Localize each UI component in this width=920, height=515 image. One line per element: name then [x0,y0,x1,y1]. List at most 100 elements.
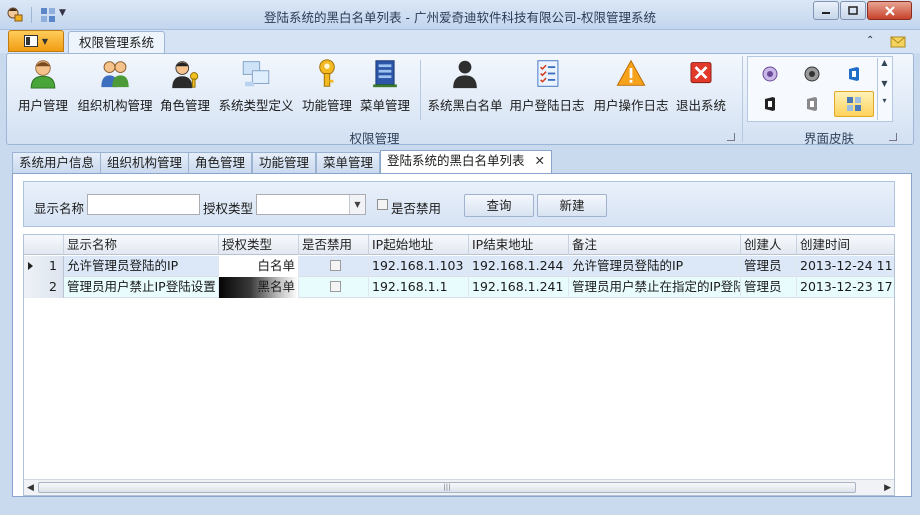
cell-ip-end[interactable]: 192.168.1.244 [469,256,569,277]
dialog-launcher-icon[interactable] [727,133,735,141]
button-label: 系统黑白名单 [427,98,503,113]
chevron-up-icon[interactable]: ▲ [881,58,887,67]
cell-created-time[interactable]: 2013-12-24 11:1 [797,256,894,277]
column-header[interactable]: 授权类型 [219,235,299,255]
display-name-input[interactable] [87,194,200,215]
tab-organization[interactable]: 组织机构管理 [100,152,190,173]
menu-management-button[interactable]: 菜单管理 [357,58,413,114]
cell-disabled[interactable] [299,256,369,277]
close-icon [884,5,895,16]
function-management-button[interactable]: 功能管理 [299,58,355,114]
skin-option[interactable] [792,91,832,117]
disabled-checkbox[interactable] [377,199,388,210]
exit-icon [690,62,712,84]
chevron-down-icon[interactable]: ▼ [349,195,365,214]
column-header[interactable]: 创建时间 [797,235,894,255]
gallery-expand-icon[interactable]: ▾ [882,96,886,105]
button-label: 组织机构管理 [77,98,153,113]
column-header[interactable]: 创建人 [741,235,797,255]
scrollbar-thumb[interactable]: ||| [38,482,856,493]
disabled-label: 是否禁用 [391,201,442,216]
cell-created-time[interactable]: 2013-12-23 17:1 [797,277,894,298]
ribbon-tab-permission-system[interactable]: 权限管理系统 [68,31,165,54]
cell-ip-start[interactable]: 192.168.1.103 [369,256,469,277]
window-title: 登陆系统的黑白名单列表 - 广州爱奇迪软件科技有限公司-权限管理系统 [264,10,656,25]
cell-display-name[interactable]: 允许管理员登陆的IP [64,256,219,277]
tab-roles[interactable]: 角色管理 [188,152,253,173]
system-blackwhite-list-button[interactable]: 系统黑白名单 [425,58,505,114]
row-number: 1 [24,256,64,277]
disabled-checkbox[interactable] [330,281,341,292]
user-icon [30,60,56,89]
skin-option[interactable] [750,61,790,87]
tab-menus[interactable]: 菜单管理 [316,152,381,173]
skin-option[interactable] [834,61,874,87]
ribbon-collapse-icon[interactable]: ⌃ [866,35,874,46]
skin-option[interactable] [750,91,790,117]
query-button[interactable]: 查询 [464,194,534,217]
exit-system-button[interactable]: 退出系统 [673,58,729,114]
user-login-log-button[interactable]: 用户登陆日志 [507,58,587,114]
office-icon [849,67,859,81]
skin-gallery [747,56,893,122]
cell-auth-type[interactable]: 白名单 [219,256,299,277]
chevron-down-icon[interactable]: ▼ [881,79,887,88]
layout-icon [847,97,861,111]
skin-option[interactable] [792,61,832,87]
scroll-right-icon[interactable]: ▶ [884,483,891,493]
blackwhite-user-icon [453,60,477,89]
message-icon[interactable] [890,34,906,48]
column-header[interactable]: IP起始地址 [369,235,469,255]
close-button[interactable] [867,1,912,20]
cell-creator[interactable]: 管理员 [741,277,797,298]
system-type-definition-button[interactable]: 系统类型定义 [217,58,295,114]
app-menu-icon [23,35,38,47]
column-header[interactable]: IP结束地址 [469,235,569,255]
title-bar: ▼ 登陆系统的黑白名单列表 - 广州爱奇迪软件科技有限公司-权限管理系统 [0,0,920,30]
auth-type-label: 授权类型 [203,201,254,216]
minimize-button[interactable] [813,1,839,20]
cell-note[interactable]: 允许管理员登陆的IP [569,256,741,277]
organization-management-button[interactable]: 组织机构管理 [75,58,155,114]
table-row[interactable]: 2 管理员用户禁止IP登陆设置 黑名单 192.168.1.1 192.168.… [24,277,894,298]
user-management-button[interactable]: 用户管理 [11,58,75,114]
cell-auth-type[interactable]: 黑名单 [219,277,299,298]
column-header[interactable]: 备注 [569,235,741,255]
organization-icon [101,61,129,88]
skin-disc-icon [762,66,778,82]
dialog-launcher-icon[interactable] [889,133,897,141]
cell-ip-end[interactable]: 192.168.1.241 [469,277,569,298]
current-row-indicator-icon [28,262,33,270]
cell-ip-start[interactable]: 192.168.1.1 [369,277,469,298]
document-tabs: 系统用户信息 组织机构管理 角色管理 功能管理 菜单管理 登陆系统的黑白名单列表… [12,150,912,174]
scroll-left-icon[interactable]: ◀ [27,483,34,493]
auth-type-select[interactable]: ▼ [256,194,366,215]
cell-creator[interactable]: 管理员 [741,256,797,277]
column-header[interactable]: 是否禁用 [299,235,369,255]
tab-blackwhite-list[interactable]: 登陆系统的黑白名单列表 ✕ [380,150,552,174]
skin-disc-icon [804,66,820,82]
user-operation-log-button[interactable]: 用户操作日志 [591,58,671,114]
close-icon[interactable]: ✕ [535,153,545,168]
ribbon-panel: 用户管理 组织机构管理 角色管理 系统类型定义 功能管理 菜单管理 系统黑白名单… [6,53,914,146]
new-button[interactable]: 新建 [537,194,607,217]
filter-panel: 显示名称 授权类型 ▼ 是否禁用 查询 新建 [23,181,895,227]
cell-note[interactable]: 管理员用户禁止在指定的IP登陆 [569,277,741,298]
role-management-button[interactable]: 角色管理 [157,58,213,114]
column-header[interactable]: 显示名称 [64,235,219,255]
disabled-checkbox[interactable] [330,260,341,271]
maximize-button[interactable] [840,1,866,20]
table-row[interactable]: 1 允许管理员登陆的IP 白名单 192.168.1.103 192.168.1… [24,256,894,277]
tab-system-users[interactable]: 系统用户信息 [12,152,102,173]
cell-disabled[interactable] [299,277,369,298]
horizontal-scrollbar[interactable]: ◀ ||| ▶ [24,479,894,495]
content-panel: 显示名称 授权类型 ▼ 是否禁用 查询 新建 显示名称 授权类型 是否禁用 IP… [12,173,912,497]
gallery-scrollbar[interactable]: ▲ ▼ ▾ [877,58,891,120]
role-key-icon [172,61,199,89]
button-label: 用户登陆日志 [509,98,585,113]
cell-display-name[interactable]: 管理员用户禁止IP登陆设置 [64,277,219,298]
checklist-icon [537,60,559,87]
skin-option-selected[interactable] [834,91,874,117]
application-menu-button[interactable]: ▼ [8,30,64,52]
tab-functions[interactable]: 功能管理 [252,152,317,173]
